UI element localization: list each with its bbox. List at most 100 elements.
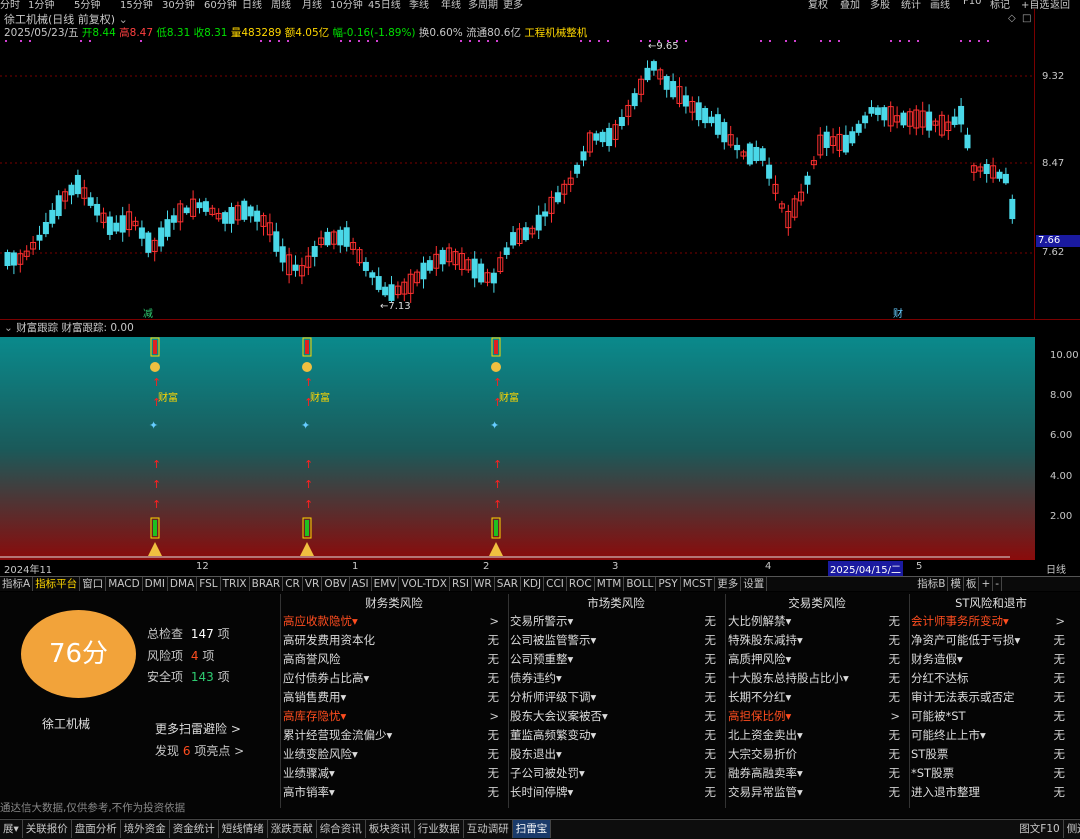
indicator-tab[interactable]: DMA <box>168 577 198 591</box>
risk-item[interactable]: 高研发费用资本化 无 <box>283 631 505 650</box>
risk-item[interactable]: 业绩变脸风险▾ 无 <box>283 745 505 764</box>
indicator-tab-right[interactable]: 指标B <box>915 577 949 591</box>
period-11[interactable]: 季线 <box>409 0 429 9</box>
top-action-8[interactable]: 返回 <box>1050 0 1070 9</box>
risk-item[interactable]: 长时间停牌▾ 无 <box>510 783 722 802</box>
risk-item[interactable]: 高担保比例▾ > <box>728 707 906 726</box>
risk-item[interactable]: *ST股票 无 <box>911 764 1071 783</box>
top-action-5[interactable]: F10 <box>963 0 981 7</box>
risk-item[interactable]: 董监高频繁变动▾ 无 <box>510 726 722 745</box>
indicator-tab[interactable]: 更多 <box>715 577 742 591</box>
risk-item[interactable]: 子公司被处罚▾ 无 <box>510 764 722 783</box>
period-0[interactable]: 分时 <box>0 0 20 9</box>
highlights-link[interactable]: 发现 6 项亮点 > <box>155 742 244 759</box>
risk-item[interactable]: 股东大会议案被否▾ 无 <box>510 707 722 726</box>
top-action-0[interactable]: 复权 <box>808 0 828 9</box>
bottom-tab[interactable]: 展▾ <box>0 820 23 838</box>
period-9[interactable]: 10分钟 <box>330 0 363 9</box>
risk-item[interactable]: 分红不达标 无 <box>911 669 1071 688</box>
indicator-tab[interactable]: BRAR <box>250 577 284 591</box>
indicator-tab[interactable]: SAR <box>495 577 522 591</box>
risk-item[interactable]: 会计师事务所变动▾ > <box>911 612 1071 631</box>
indicator-tab[interactable]: VR <box>303 577 323 591</box>
indicator-tab[interactable]: RSI <box>450 577 472 591</box>
period-3[interactable]: 15分钟 <box>120 0 153 9</box>
indicator-tab[interactable]: 设置 <box>741 577 768 591</box>
top-action-4[interactable]: 画线 <box>930 0 950 9</box>
indicator-tab-right[interactable]: 模 <box>948 577 964 591</box>
risk-item[interactable]: 股东退出▾ 无 <box>510 745 722 764</box>
period-7[interactable]: 周线 <box>271 0 291 9</box>
wealth-indicator-panel[interactable]: ↑ ↑ ↑ ↑ ↑ 财富 ✦ ↑ ↑ ↑ ↑ ↑ 财富 ✦ ↑ ↑ ↑ ↑ ↑ 财富 ✦ <box>0 322 1035 560</box>
indicator-tab[interactable]: KDJ <box>521 577 545 591</box>
risk-item[interactable]: 公司被监管警示▾ 无 <box>510 631 722 650</box>
indicator-tab[interactable]: ROC <box>567 577 595 591</box>
risk-item[interactable]: 累计经营现金流偏少▾ 无 <box>283 726 505 745</box>
bottom-tab[interactable]: 板块资讯 <box>366 820 415 838</box>
diamond-icon[interactable]: ◇ <box>1008 13 1016 24</box>
period-8[interactable]: 月线 <box>302 0 322 9</box>
period-2[interactable]: 5分钟 <box>74 0 100 9</box>
bottom-tab[interactable]: 资金统计 <box>170 820 219 838</box>
risk-item[interactable]: 交易异常监管▾ 无 <box>728 783 906 802</box>
indicator-tab[interactable]: MCST <box>681 577 716 591</box>
indicator-tab[interactable]: CCI <box>544 577 567 591</box>
indicator-tab[interactable]: PSY <box>656 577 681 591</box>
indicator-tab[interactable]: CR <box>283 577 303 591</box>
risk-item[interactable]: 债券违约▾ 无 <box>510 669 722 688</box>
period-1[interactable]: 1分钟 <box>28 0 54 9</box>
period-10[interactable]: 45日线 <box>368 0 401 9</box>
risk-item[interactable]: 高市销率▾ 无 <box>283 783 505 802</box>
risk-item[interactable]: 大比例解禁▾ 无 <box>728 612 906 631</box>
bottom-tab[interactable]: 涨跌贡献 <box>268 820 317 838</box>
risk-item[interactable]: 大宗交易折价 无 <box>728 745 906 764</box>
risk-item[interactable]: 交易所警示▾ 无 <box>510 612 722 631</box>
bottom-tab[interactable]: 行业数据 <box>415 820 464 838</box>
indicator-tab[interactable]: 指标平台 <box>33 577 81 591</box>
bottom-tab[interactable]: 综合资讯 <box>317 820 366 838</box>
top-action-2[interactable]: 多股 <box>870 0 890 9</box>
chevron-down-icon[interactable]: ⌄ <box>4 322 13 334</box>
period-12[interactable]: 年线 <box>441 0 461 9</box>
risk-item[interactable]: ST股票 无 <box>911 745 1071 764</box>
risk-item[interactable]: 高应收款隐忧▾ > <box>283 612 505 631</box>
risk-item[interactable]: 融券高融卖率▾ 无 <box>728 764 906 783</box>
risk-item[interactable]: 财务造假▾ 无 <box>911 650 1071 669</box>
risk-item[interactable]: 进入退市整理 无 <box>911 783 1071 802</box>
top-action-3[interactable]: 统计 <box>901 0 921 9</box>
bottom-right-tab[interactable]: 图文F10 <box>1016 820 1064 838</box>
risk-item[interactable]: 十大股东总持股占比小▾ 无 <box>728 669 906 688</box>
bottom-tab[interactable]: 互动调研 <box>464 820 513 838</box>
bottom-tab[interactable]: 短线情绪 <box>219 820 268 838</box>
risk-item[interactable]: 净资产可能低于亏损▾ 无 <box>911 631 1071 650</box>
indicator-tab[interactable]: FSL <box>197 577 221 591</box>
top-action-1[interactable]: 叠加 <box>840 0 860 9</box>
indicator-tab[interactable]: DMI <box>143 577 168 591</box>
indicator-tab[interactable]: TRIX <box>221 577 250 591</box>
bottom-tab[interactable]: 扫雷宝 <box>512 820 552 838</box>
indicator-tab[interactable]: VOL-TDX <box>399 577 450 591</box>
indicator-tab-right[interactable]: - <box>993 577 1003 591</box>
indicator-tab[interactable]: ASI <box>350 577 372 591</box>
top-action-7[interactable]: +自选 <box>1021 0 1049 9</box>
risk-item[interactable]: 高库存隐忧▾ > <box>283 707 505 726</box>
indicator-tab[interactable]: 窗口 <box>80 577 107 591</box>
risk-item[interactable]: 高商誉风险 无 <box>283 650 505 669</box>
indicator-tab-right[interactable]: + <box>979 577 994 591</box>
risk-item[interactable]: 高质押风险▾ 无 <box>728 650 906 669</box>
bottom-tab[interactable]: 盘面分析 <box>72 820 121 838</box>
indicator-tab[interactable]: MTM <box>595 577 625 591</box>
risk-item[interactable]: 分析师评级下调▾ 无 <box>510 688 722 707</box>
risk-item[interactable]: 特殊股东减持▾ 无 <box>728 631 906 650</box>
indicator-tab[interactable]: OBV <box>322 577 350 591</box>
period-5[interactable]: 60分钟 <box>204 0 237 9</box>
period-14[interactable]: 更多 <box>503 0 523 9</box>
indicator-tab[interactable]: EMV <box>372 577 400 591</box>
risk-item[interactable]: 可能被*ST 无 <box>911 707 1071 726</box>
risk-item[interactable]: 公司预重整▾ 无 <box>510 650 722 669</box>
bottom-right-tab[interactable]: 侧边栏> <box>1064 820 1080 838</box>
bottom-tab[interactable]: 境外资金 <box>121 820 170 838</box>
candlestick-chart[interactable]: ←9.65 ←7.13 减 财 <box>0 9 1035 320</box>
risk-item[interactable]: 审计无法表示或否定 无 <box>911 688 1071 707</box>
expand-icon[interactable]: □ <box>1022 13 1031 24</box>
